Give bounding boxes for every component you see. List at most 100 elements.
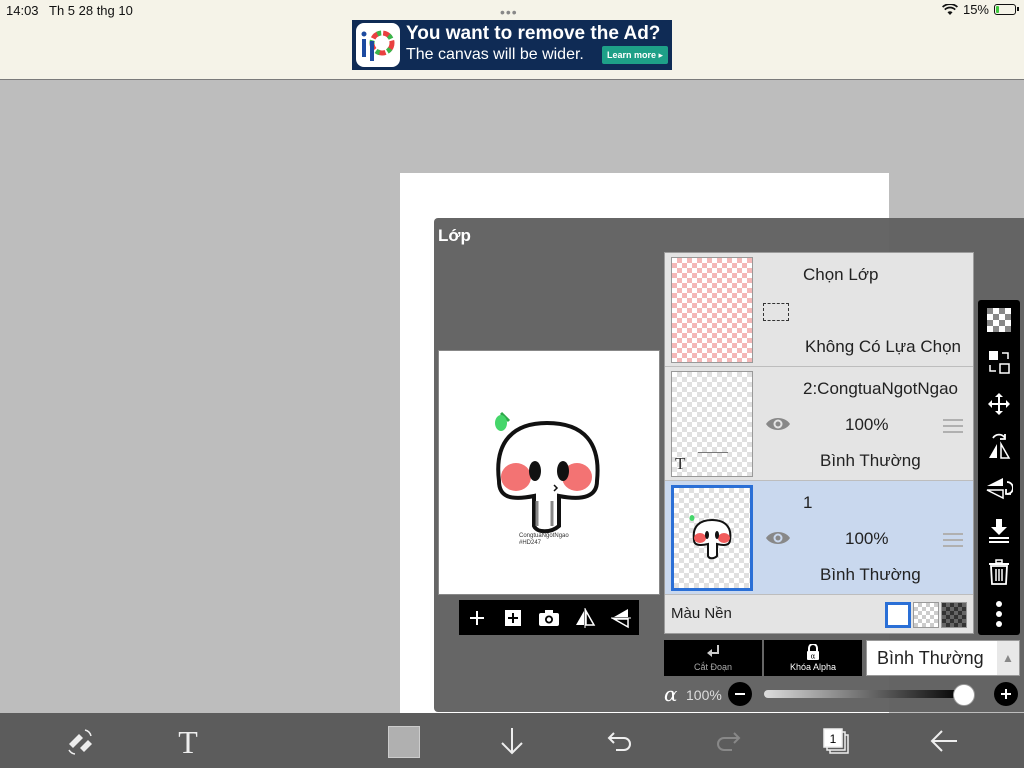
flip-vertical-icon — [611, 608, 631, 628]
alpha-symbol: α — [664, 682, 678, 706]
add-layer-button[interactable] — [463, 604, 491, 632]
delete-layer-button[interactable] — [983, 556, 1015, 588]
battery-percent: 15% — [962, 2, 989, 17]
rotate-flip-horizontal-button[interactable] — [983, 430, 1015, 462]
merge-down-icon — [989, 519, 1009, 543]
move-tool-button[interactable] — [983, 388, 1015, 420]
svg-text:T: T — [178, 726, 198, 756]
layer-count: 1 — [830, 732, 837, 746]
ad-banner[interactable]: You want to remove the Ad? The canvas wi… — [352, 20, 672, 70]
drag-handle-icon[interactable] — [943, 419, 963, 433]
merge-down-button[interactable] — [983, 514, 1015, 546]
selection-layer-name: Chọn Lớp — [803, 265, 879, 284]
checkerboard-icon — [987, 308, 1011, 332]
minus-icon — [735, 693, 745, 695]
mushroom-character-illustration — [495, 411, 600, 534]
layer-thumbnail: T — [671, 371, 753, 477]
alpha-lock-button[interactable]: α Khóa Alpha — [764, 640, 862, 676]
battery-icon — [994, 4, 1019, 15]
back-button[interactable] — [924, 721, 964, 761]
move-arrows-icon — [988, 393, 1010, 415]
preview-caption: CongtuaNgotNgao #HD247 — [519, 533, 569, 546]
background-transparent-swatch[interactable] — [913, 602, 939, 628]
multitasking-dots-icon[interactable]: ••• — [500, 4, 518, 20]
move-layer-content-button[interactable] — [983, 346, 1015, 378]
ad-subtitle: The canvas will be wider. — [406, 46, 584, 63]
plus-icon — [470, 610, 484, 625]
flip-vertical-button[interactable] — [607, 604, 635, 632]
opacity-increase-button[interactable] — [994, 682, 1018, 706]
chevron-up-icon: ▲ — [997, 641, 1019, 675]
clipping-button[interactable]: Cắt Đoạn — [664, 640, 762, 676]
text-layer-icon: T — [675, 454, 686, 473]
background-white-swatch[interactable] — [885, 602, 911, 628]
trash-icon — [989, 559, 1009, 585]
text-tool-button[interactable]: T — [168, 721, 208, 761]
layers-button[interactable]: 1 — [816, 721, 856, 761]
drag-handle-icon[interactable] — [943, 533, 963, 547]
selection-layer-status: Không Có Lựa Chọn — [805, 337, 961, 356]
wifi-icon — [941, 3, 958, 15]
redo-button[interactable] — [708, 721, 748, 761]
layer-name: 2:CongtuaNgotNgao — [803, 379, 959, 398]
selection-layer-row[interactable]: Chọn Lớp Không Có Lựa Chọn — [665, 253, 973, 367]
lock-icon: α — [807, 644, 819, 661]
layer-tools-column — [978, 300, 1020, 635]
layer-panel: Lớp CongtuaNgotNgao #HD247 Chọn Lớp Khôn… — [434, 218, 1024, 712]
undo-button[interactable] — [600, 721, 640, 761]
selection-layer-thumbnail — [671, 257, 753, 363]
swap-layers-icon — [989, 351, 1010, 374]
bottom-toolbar: T 1 — [0, 713, 1024, 768]
brush-eraser-swap-icon — [68, 729, 92, 755]
layer-opacity: 100% — [845, 529, 889, 548]
brush-eraser-toggle-button[interactable] — [60, 721, 100, 761]
canvas-preview[interactable]: CongtuaNgotNgao #HD247 — [438, 350, 660, 595]
slider-knob[interactable] — [953, 684, 975, 706]
duplicate-layer-icon — [505, 609, 521, 626]
background-color-row: Màu Nền — [665, 596, 973, 634]
opacity-slider-row: α 100% — [662, 680, 1022, 708]
rotate-flip-vertical-button[interactable] — [983, 472, 1015, 504]
svg-text:α: α — [811, 653, 816, 661]
blend-mode-value: Bình Thường — [877, 647, 984, 668]
transparent-layer-button[interactable] — [983, 304, 1015, 336]
layer-panel-title: Lớp — [438, 226, 471, 245]
status-time: 14:03 — [6, 3, 39, 18]
status-right: 15% — [941, 2, 1019, 17]
layer-name: 1 — [803, 493, 813, 512]
redo-icon — [717, 732, 741, 751]
current-color-swatch[interactable] — [388, 726, 420, 758]
more-options-button[interactable] — [983, 598, 1015, 630]
background-dark-swatch[interactable] — [941, 602, 967, 628]
layers-icon: 1 — [823, 728, 849, 754]
undo-icon — [607, 732, 631, 751]
opacity-slider[interactable] — [764, 684, 975, 706]
duplicate-layer-button[interactable] — [499, 604, 527, 632]
ad-title: You want to remove the Ad? — [406, 23, 661, 44]
alpha-lock-label: Khóa Alpha — [789, 662, 837, 672]
visibility-eye-icon[interactable] — [765, 529, 791, 547]
flip-horizontal-button[interactable] — [571, 604, 599, 632]
layer-row-selected[interactable]: 1 100% Bình Thường — [665, 481, 973, 595]
blend-mode-select[interactable]: Bình Thường ▲ — [866, 640, 1020, 676]
opacity-decrease-button[interactable] — [728, 682, 752, 706]
layer-blend-mode: Bình Thường — [820, 451, 921, 470]
layer-blend-mode: Bình Thường — [820, 565, 921, 584]
status-bar: 14:03 Th 5 28 thg 10 ••• 15% You want to… — [0, 0, 1024, 80]
layers-list: Chọn Lớp Không Có Lựa Chọn T 2:CongtuaNg… — [664, 252, 974, 634]
layer-thumbnail — [671, 485, 753, 591]
import-download-button[interactable] — [492, 721, 532, 761]
rotate-flip-horizontal-icon — [989, 433, 1011, 459]
ad-learn-more-button[interactable]: Learn more ▸ — [602, 46, 668, 64]
ibispaint-logo — [356, 23, 400, 67]
clipping-arrow-icon — [707, 645, 719, 657]
status-date: Th 5 28 thg 10 — [49, 3, 133, 18]
import-photo-button[interactable] — [535, 604, 563, 632]
clipping-label: Cắt Đoạn — [693, 662, 733, 672]
layer-row[interactable]: T 2:CongtuaNgotNgao 100% Bình Thường — [665, 367, 973, 481]
arrow-left-icon — [930, 730, 957, 752]
rotate-flip-vertical-icon — [986, 478, 1013, 500]
background-color-label: Màu Nền — [671, 605, 732, 622]
layer-opacity: 100% — [845, 415, 889, 434]
visibility-eye-icon[interactable] — [765, 415, 791, 433]
